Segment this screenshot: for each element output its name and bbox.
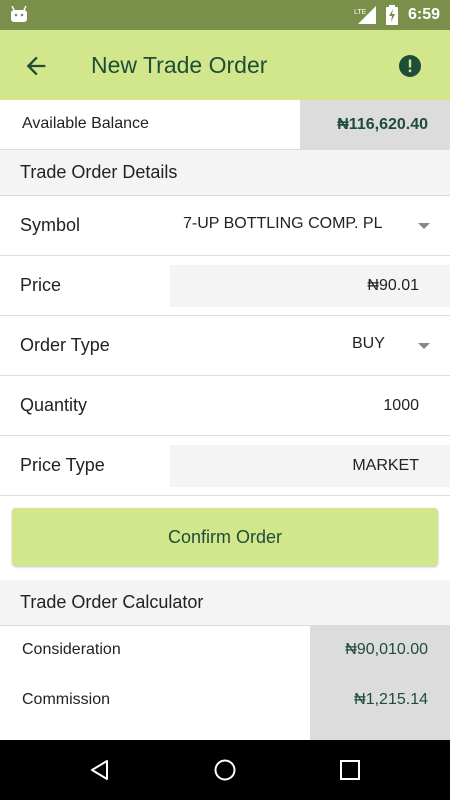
price-row: Price ₦90.01 bbox=[0, 256, 450, 316]
nav-home-icon[interactable] bbox=[213, 758, 237, 782]
order-type-row[interactable]: Order Type BUY bbox=[0, 316, 450, 376]
details-section-title: Trade Order Details bbox=[20, 162, 178, 182]
calculator-row-consideration: Consideration ₦90,010.00 bbox=[0, 626, 450, 676]
calculator-section-title: Trade Order Calculator bbox=[20, 592, 204, 612]
consideration-label: Consideration bbox=[22, 641, 121, 658]
symbol-select[interactable]: 7-UP BOTTLING COMP. PL bbox=[183, 215, 388, 233]
commission-label: Commission bbox=[22, 691, 111, 708]
price-label: Price bbox=[20, 275, 62, 295]
back-arrow-icon[interactable] bbox=[22, 52, 50, 80]
price-type-label: Price Type bbox=[20, 455, 105, 475]
page-title: New Trade Order bbox=[91, 52, 268, 78]
calculator-section-header: Trade Order Calculator bbox=[0, 580, 450, 626]
order-type-select[interactable]: BUY bbox=[352, 335, 385, 353]
svg-text:LTE: LTE bbox=[354, 9, 367, 16]
price-type-row: Price Type MARKET bbox=[0, 436, 450, 496]
price-value[interactable]: ₦90.01 bbox=[367, 277, 419, 295]
status-bar: LTE 6:59 bbox=[0, 0, 450, 30]
quantity-input[interactable]: 1000 bbox=[383, 397, 419, 415]
symbol-row[interactable]: Symbol 7-UP BOTTLING COMP. PL bbox=[0, 196, 450, 256]
consideration-value: ₦90,010.00 bbox=[345, 641, 428, 658]
navigation-bar bbox=[0, 740, 450, 800]
chevron-down-icon[interactable] bbox=[418, 343, 430, 349]
balance-label: Available Balance bbox=[22, 115, 149, 132]
quantity-label: Quantity bbox=[20, 395, 88, 415]
order-type-label: Order Type bbox=[20, 335, 110, 355]
price-type-value[interactable]: MARKET bbox=[352, 457, 419, 475]
nav-recents-icon[interactable] bbox=[338, 758, 362, 782]
lte-signal-icon: LTE bbox=[354, 6, 376, 24]
app-bar: New Trade Order bbox=[0, 30, 450, 100]
battery-icon bbox=[385, 5, 398, 25]
calculator-row-commission: Commission ₦1,215.14 bbox=[0, 676, 450, 726]
status-time: 6:59 bbox=[407, 6, 440, 23]
quantity-row: Quantity 1000 bbox=[0, 376, 450, 436]
android-icon bbox=[11, 6, 27, 22]
nav-back-icon[interactable] bbox=[88, 758, 112, 782]
details-section-header: Trade Order Details bbox=[0, 150, 450, 196]
balance-value: ₦116,620.40 bbox=[300, 100, 450, 150]
symbol-label: Symbol bbox=[20, 215, 81, 235]
confirm-order-button[interactable]: Confirm Order bbox=[12, 508, 438, 566]
alert-icon[interactable] bbox=[398, 54, 422, 78]
balance-row: Available Balance ₦116,620.40 bbox=[0, 100, 450, 150]
commission-value: ₦1,215.14 bbox=[354, 691, 428, 708]
chevron-down-icon[interactable] bbox=[418, 223, 430, 229]
